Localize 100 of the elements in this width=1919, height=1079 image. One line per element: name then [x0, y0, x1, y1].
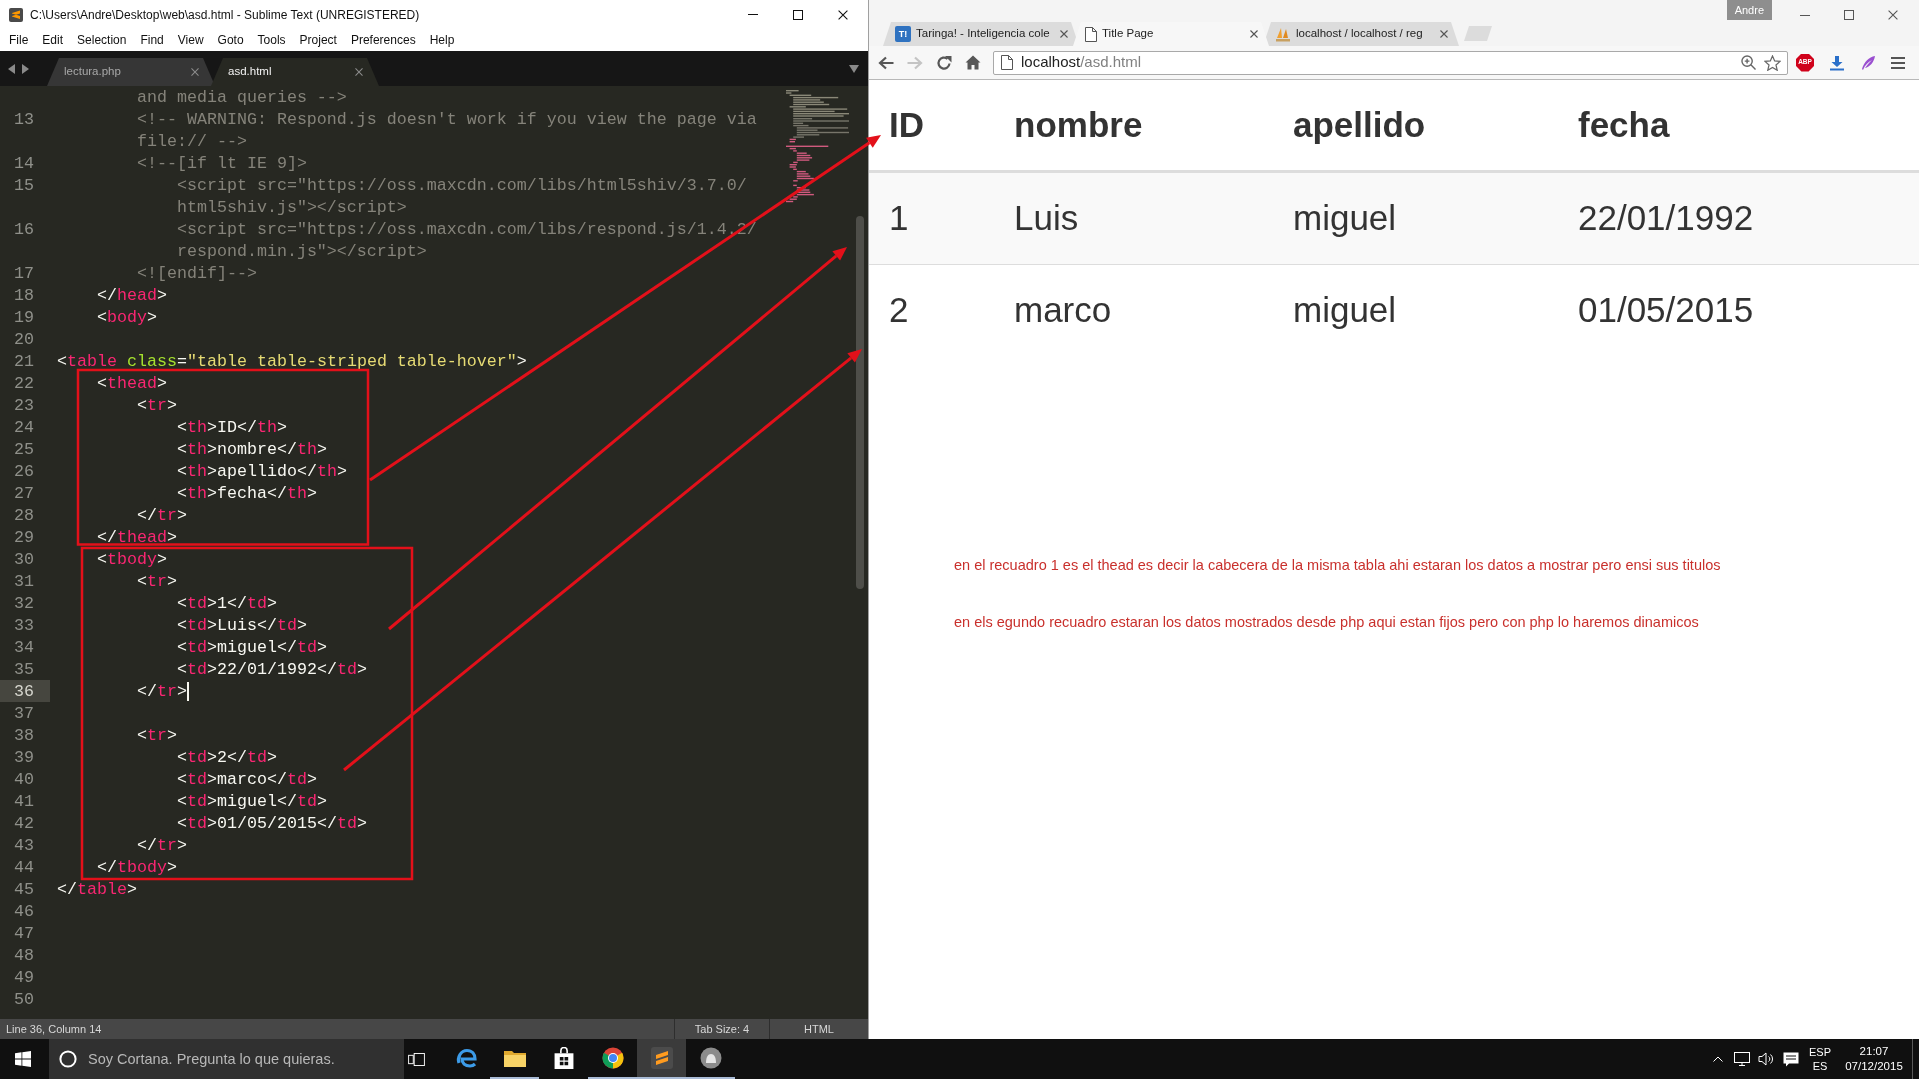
- editor-tab[interactable]: asd.html: [211, 58, 379, 86]
- line-number: 30: [14, 548, 34, 571]
- windows-logo-icon[interactable]: [14, 1051, 31, 1067]
- code-line: <!--[if lt IE 9]>: [136, 152, 307, 175]
- code-line: file:// -->: [136, 130, 247, 153]
- clock-time[interactable]: 21:07: [1859, 1044, 1889, 1059]
- code-line: and media queries -->: [136, 86, 347, 109]
- clock-date[interactable]: 07/12/2015: [1845, 1059, 1903, 1074]
- keyboard-layout-text[interactable]: ES: [1812, 1059, 1828, 1073]
- line-number: 34: [14, 636, 34, 659]
- network-icon[interactable]: [1734, 1052, 1750, 1066]
- line-number: 25: [14, 438, 34, 461]
- back-arrow-icon[interactable]: [878, 55, 894, 70]
- language-text[interactable]: ESP: [1809, 1045, 1831, 1059]
- menu-item[interactable]: Find: [133, 31, 171, 49]
- line-number: 48: [14, 944, 34, 967]
- code-line: <td>marco</td>: [176, 768, 317, 791]
- code-line: <thead>: [96, 372, 167, 395]
- search-field[interactable]: Soy Cortana. Pregunta lo que quieras.: [49, 1039, 404, 1079]
- line-number: 19: [14, 306, 34, 329]
- table-cell-text: miguel: [1293, 289, 1397, 332]
- menu-icon[interactable]: [1891, 56, 1905, 69]
- page-icon: [1085, 26, 1097, 42]
- line-number: 26: [14, 460, 34, 483]
- menu-item[interactable]: Preferences: [343, 31, 423, 49]
- menu-item[interactable]: View: [170, 31, 211, 49]
- menu-item[interactable]: Help: [422, 31, 462, 49]
- minimize-icon[interactable]: [1800, 14, 1810, 16]
- line-number: 21: [14, 350, 34, 373]
- reload-icon[interactable]: [936, 54, 952, 71]
- code-line: <![endif]-->: [136, 262, 257, 285]
- code-line: <tr>: [136, 394, 177, 417]
- maximize-icon[interactable]: [793, 9, 803, 20]
- notification-icon[interactable]: [1783, 1051, 1799, 1067]
- menu-item[interactable]: File: [2, 31, 36, 49]
- code-line: </table>: [57, 878, 137, 901]
- table-cell-text: 1: [889, 197, 909, 240]
- line-number: 47: [14, 922, 34, 945]
- chevron-up-icon[interactable]: [1713, 1056, 1723, 1062]
- menu-item[interactable]: Selection: [70, 31, 134, 49]
- line-number: 44: [14, 856, 34, 879]
- code-line: </tr>: [136, 680, 187, 703]
- code-line: <th>fecha</th>: [176, 482, 317, 505]
- task-view-icon[interactable]: [407, 1052, 425, 1066]
- table-cell-text: marco: [1014, 289, 1112, 332]
- line-number: 28: [14, 504, 34, 527]
- close-icon[interactable]: [1888, 10, 1898, 20]
- table-header: nombre: [1014, 103, 1143, 146]
- table-header: ID: [889, 103, 924, 146]
- line-number: 14: [14, 152, 34, 175]
- line-number: 36: [14, 680, 34, 703]
- line-number: 43: [14, 834, 34, 857]
- line-number: 27: [14, 482, 34, 505]
- line-number: 50: [14, 988, 34, 1011]
- address-bar[interactable]: localhost/asd.html: [993, 50, 1788, 75]
- code-line: </tr>: [136, 504, 187, 527]
- menu-item[interactable]: Project: [292, 31, 344, 49]
- line-number: 35: [14, 658, 34, 681]
- ring-icon: [59, 1050, 77, 1068]
- site-logo-icon: T!: [895, 26, 911, 42]
- line-number: 33: [14, 614, 34, 637]
- left-arrow-icon[interactable]: [8, 63, 15, 74]
- code-line: respond.min.js"></script>: [176, 240, 427, 263]
- zoom-in-icon[interactable]: [1741, 55, 1756, 70]
- line-number: 24: [14, 416, 34, 439]
- round-app-icon: [699, 1047, 722, 1069]
- menu-item[interactable]: Tools: [250, 31, 293, 49]
- code-line: <th>nombre</th>: [176, 438, 327, 461]
- code-line: <th>ID</th>: [176, 416, 287, 439]
- code-line: <tr>: [136, 724, 177, 747]
- close-icon[interactable]: [1250, 30, 1258, 38]
- star-icon[interactable]: [1764, 54, 1781, 71]
- line-number: 22: [14, 372, 34, 395]
- code-line: html5shiv.js"></script>: [176, 196, 407, 219]
- line-number: 39: [14, 746, 34, 769]
- code-line: <body>: [96, 306, 157, 329]
- caret-icon[interactable]: [849, 64, 859, 73]
- line-number: 32: [14, 592, 34, 615]
- line-number: 16: [14, 218, 34, 241]
- code-line: </thead>: [96, 526, 177, 549]
- taskbar-button[interactable]: [637, 1039, 686, 1079]
- scrollbar-thumb[interactable]: [856, 216, 864, 589]
- feather-icon[interactable]: [1860, 54, 1876, 71]
- maximize-icon[interactable]: [1844, 10, 1854, 20]
- menu-item[interactable]: Goto: [210, 31, 251, 49]
- editor-tab[interactable]: lectura.php: [47, 58, 215, 86]
- line-number: 23: [14, 394, 34, 417]
- code-line: </tbody>: [96, 856, 177, 879]
- speaker-icon[interactable]: [1758, 1052, 1774, 1066]
- line-number: 42: [14, 812, 34, 835]
- code-line: </tr>: [136, 834, 187, 857]
- code-line: <tbody>: [96, 548, 167, 571]
- code-line: <script src="https://oss.maxcdn.com/libs/html5shiv/3.7.0/: [176, 174, 747, 197]
- close-icon[interactable]: [838, 9, 848, 20]
- right-arrow-icon[interactable]: [22, 63, 29, 74]
- table-header: apellido: [1293, 103, 1426, 146]
- download-icon[interactable]: [1829, 54, 1845, 71]
- home-icon[interactable]: [965, 55, 981, 70]
- page-icon: [1001, 55, 1013, 70]
- menu-item[interactable]: Edit: [35, 31, 71, 49]
